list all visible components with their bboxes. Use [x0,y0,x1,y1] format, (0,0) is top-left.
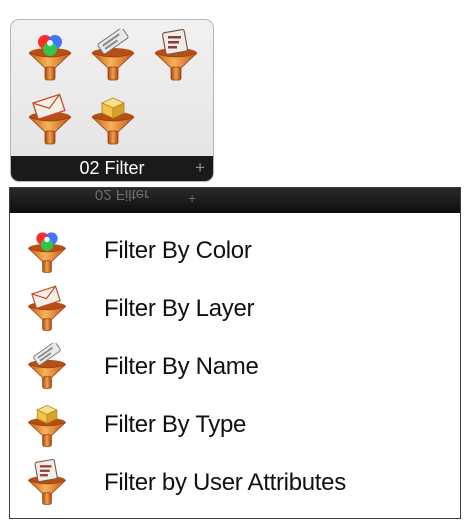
filter-by-user-attributes-icon [151,29,201,83]
expand-plus-icon[interactable]: + [195,158,205,178]
panel-footer-label: 02 Filter [79,158,145,178]
menu-item-filter-by-name[interactable]: Filter By Name [10,338,460,396]
filter-by-name-icon [22,342,72,392]
menu-item-filter-by-user-attributes[interactable]: Filter by User Attributes [10,454,460,512]
filter-by-layer-button[interactable] [24,92,76,148]
menu-header: 02 Filter + [10,188,460,213]
filter-by-type-icon [22,400,72,450]
stage: 02 Filter + 02 Filter + Filter By Color … [0,0,476,531]
filter-by-type-button[interactable] [87,92,139,148]
menu-item-label: Filter By Layer [104,295,255,322]
filter-by-type-icon [88,93,138,147]
filter-by-name-button[interactable] [87,28,139,84]
filter-by-user-attributes-icon [22,458,72,508]
filter-by-color-button[interactable] [24,28,76,84]
filter-toolbar-panel: 02 Filter + [10,19,214,182]
panel-footer[interactable]: 02 Filter + [11,156,213,181]
filter-by-color-icon [25,29,75,83]
menu-item-filter-by-layer[interactable]: Filter By Layer [10,280,460,338]
menu-item-filter-by-type[interactable]: Filter By Type [10,396,460,454]
menu-item-filter-by-color[interactable]: Filter By Color [10,222,460,280]
menu-item-label: Filter by User Attributes [104,469,346,496]
menu-item-label: Filter By Type [104,411,247,438]
filter-by-layer-icon [22,284,72,334]
menu-item-label: Filter By Color [104,237,252,264]
menu-header-reflection: 02 Filter [94,188,150,203]
filter-by-color-icon [22,226,72,276]
filter-by-layer-icon [25,93,75,147]
menu-item-label: Filter By Name [104,353,259,380]
menu-header-plus-icon: + [188,190,197,206]
filter-by-name-icon [88,29,138,83]
filter-dropdown-menu: 02 Filter + Filter By Color Filter By La… [9,187,461,519]
filter-by-user-attributes-button[interactable] [150,28,202,84]
